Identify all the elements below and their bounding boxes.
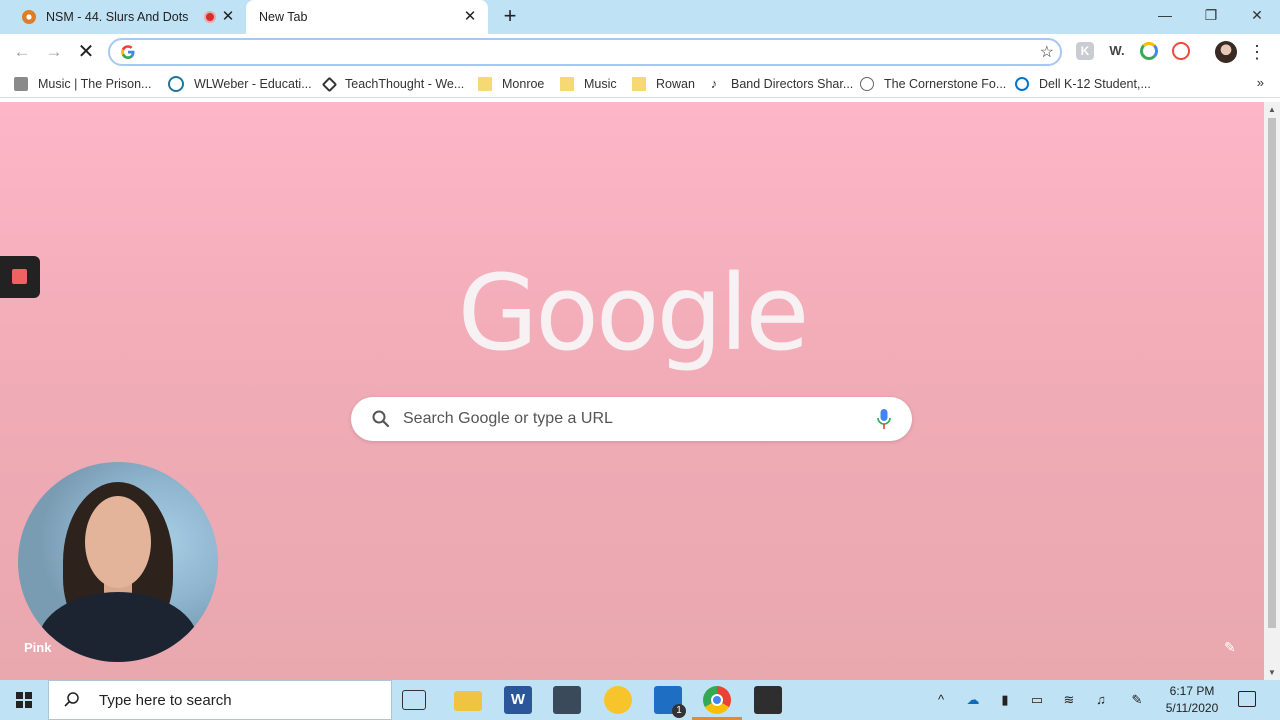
more-bookmarks-icon[interactable]: »: [1257, 75, 1264, 90]
browser-toolbar: ← → ✕ ☆ K W. ⋮: [0, 34, 1280, 70]
taskbar-search-placeholder: Type here to search: [99, 691, 232, 709]
scroll-up-icon[interactable]: ▲: [1268, 105, 1276, 114]
bookmark-folder[interactable]: Monroe: [478, 72, 544, 96]
notifications-app-icon[interactable]: [604, 686, 632, 714]
chrome-icon[interactable]: [703, 686, 731, 714]
onedrive-icon[interactable]: ☁: [964, 691, 982, 709]
address-input[interactable]: [144, 43, 1024, 61]
bookmark-label: Monroe: [502, 77, 545, 91]
address-bar[interactable]: ☆: [108, 38, 1062, 66]
folder-icon: [560, 77, 574, 91]
bookmark-item[interactable]: TeachThought - We...: [321, 72, 465, 96]
folder-icon: [632, 77, 646, 91]
bookmark-label: WLWeber - Educati...: [194, 77, 312, 91]
extension-spiral-icon[interactable]: [1172, 42, 1190, 60]
webcam-person: [38, 592, 198, 662]
new-tab-page: Google Search Google or type a URL Pink …: [0, 102, 1264, 680]
taskbar: Type here to search W 1 ^ ☁ ▮ ▭ ≋ ♫ ✎ 6:…: [0, 680, 1280, 720]
mail-badge: 1: [672, 704, 686, 718]
date: 5/11/2020: [1165, 701, 1219, 715]
bookmark-label: Music: [584, 77, 617, 91]
profile-avatar[interactable]: [1215, 41, 1237, 63]
tab-title: NSM - 44. Slurs And Dots: [46, 10, 189, 24]
back-button[interactable]: ←: [10, 40, 34, 64]
bookmark-item[interactable]: Dell K-12 Student,...: [1015, 72, 1151, 96]
tab-nsm[interactable]: NSM - 44. Slurs And Dots ✕: [8, 0, 246, 34]
volume-icon[interactable]: ♫: [1092, 691, 1110, 709]
restore-button[interactable]: ❐: [1188, 0, 1234, 30]
stop-loading-button[interactable]: ✕: [74, 40, 98, 64]
sticky-notes-icon[interactable]: [754, 686, 782, 714]
google-g-icon: [121, 45, 135, 59]
music-icon: ♪: [710, 76, 718, 91]
scroll-thumb[interactable]: [1268, 118, 1276, 628]
search-placeholder: Search Google or type a URL: [403, 410, 613, 427]
theme-label: Pink: [24, 640, 52, 655]
webcam-person: [85, 496, 151, 588]
scroll-down-icon[interactable]: ▼: [1268, 668, 1276, 677]
bookmark-item[interactable]: The Cornerstone Fo...: [860, 72, 1006, 96]
tab-strip: NSM - 44. Slurs And Dots ✕ New Tab ✕ + —…: [0, 0, 1280, 34]
search-icon: [64, 692, 79, 707]
new-tab-button[interactable]: +: [498, 5, 522, 29]
close-tab-icon[interactable]: ✕: [462, 9, 478, 25]
chevron-up-icon[interactable]: ^: [932, 691, 950, 709]
menu-icon[interactable]: ⋮: [1248, 40, 1266, 64]
close-tab-icon[interactable]: ✕: [220, 9, 236, 25]
bookmark-item[interactable]: ♪ Band Directors Shar...: [707, 72, 854, 96]
bookmark-label: Rowan: [656, 77, 695, 91]
bookmark-label: Dell K-12 Student,...: [1039, 77, 1151, 91]
file-explorer-icon[interactable]: [454, 691, 482, 711]
forward-button[interactable]: →: [42, 40, 66, 64]
recording-control-button[interactable]: [0, 256, 40, 298]
site-icon: [860, 77, 874, 91]
app-icon[interactable]: [553, 686, 581, 714]
bookmark-label: TeachThought - We...: [345, 77, 465, 91]
taskbar-search[interactable]: Type here to search: [48, 680, 392, 720]
bookmarks-bar: Music | The Prison... WLWeber - Educati.…: [0, 70, 1280, 98]
google-logo: Google: [457, 252, 810, 374]
word-icon[interactable]: W: [504, 686, 532, 714]
webcam-overlay: [18, 462, 218, 662]
tab-new-tab[interactable]: New Tab ✕: [246, 0, 488, 34]
clock[interactable]: 6:17 PM 5/11/2020: [1160, 683, 1224, 717]
tab-title: New Tab: [259, 10, 308, 24]
microphone-icon[interactable]: [876, 408, 892, 430]
minimize-button[interactable]: —: [1142, 0, 1188, 30]
time: 6:17 PM: [1169, 684, 1215, 698]
extension-k-icon[interactable]: K: [1076, 42, 1094, 60]
dell-icon: [1015, 77, 1029, 91]
extension-circle-icon[interactable]: [1140, 42, 1158, 60]
recording-indicator-icon: [204, 11, 216, 23]
teachthought-icon: [321, 76, 338, 92]
bookmark-star-icon[interactable]: ☆: [1040, 42, 1054, 62]
close-window-button[interactable]: ✕: [1234, 0, 1280, 30]
bookmark-folder[interactable]: Rowan: [632, 72, 695, 96]
bookmark-folder[interactable]: Music: [560, 72, 617, 96]
pressbooks-icon: [22, 10, 36, 24]
search-box[interactable]: Search Google or type a URL: [351, 397, 912, 441]
task-view-icon[interactable]: [402, 690, 426, 710]
search-icon: [372, 410, 390, 428]
action-center-icon[interactable]: [1238, 691, 1256, 707]
scrollbar[interactable]: ▲ ▼: [1264, 102, 1280, 680]
wifi-icon[interactable]: ≋: [1060, 691, 1078, 709]
pencil-icon[interactable]: ✎: [1224, 639, 1240, 655]
bookmark-item[interactable]: WLWeber - Educati...: [168, 72, 312, 96]
folder-icon: [478, 77, 492, 91]
windows-start-icon[interactable]: [0, 680, 48, 720]
extension-w-icon[interactable]: W.: [1108, 42, 1126, 60]
wordpress-icon: [168, 76, 184, 92]
usb-icon[interactable]: ▮: [996, 691, 1014, 709]
battery-icon[interactable]: ▭: [1028, 691, 1046, 709]
mail-icon[interactable]: 1: [654, 686, 686, 718]
bookmark-label: The Cornerstone Fo...: [884, 77, 1007, 91]
pen-icon[interactable]: ✎: [1128, 691, 1146, 709]
site-icon: [14, 77, 28, 91]
bookmark-item[interactable]: Music | The Prison...: [14, 72, 151, 96]
stop-recording-icon: [12, 269, 27, 284]
bookmark-label: Band Directors Shar...: [731, 77, 854, 91]
chrome-center: [711, 694, 723, 706]
bookmark-label: Music | The Prison...: [38, 77, 152, 91]
